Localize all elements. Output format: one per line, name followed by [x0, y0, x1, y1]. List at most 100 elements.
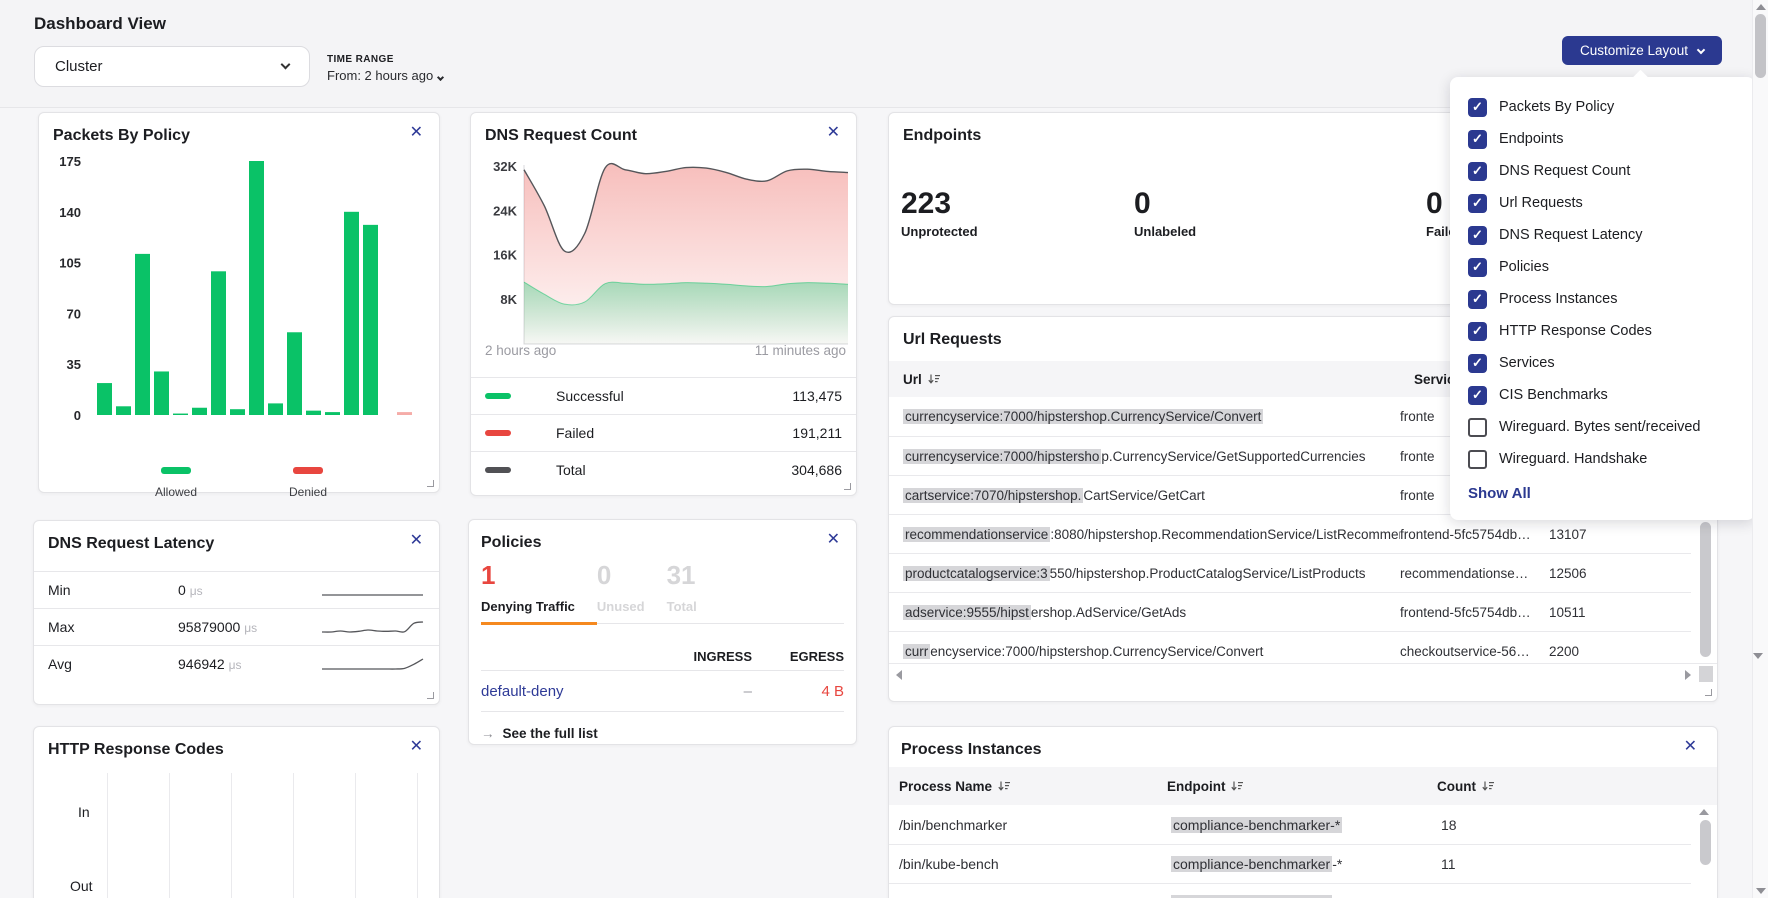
- scroll-right-icon[interactable]: [1685, 670, 1691, 680]
- sort-icon[interactable]: [928, 374, 940, 385]
- table-row[interactable]: adservice:9555/hipstershop.AdService/Get…: [889, 592, 1691, 631]
- menu-item[interactable]: ✓HTTP Response Codes: [1450, 315, 1755, 347]
- table-row[interactable]: /bin/benchmarkercompliance-benchmarker-*…: [889, 805, 1691, 844]
- close-icon[interactable]: ✕: [410, 125, 423, 141]
- policy-link[interactable]: default-deny: [481, 683, 660, 700]
- scroll-up-icon[interactable]: [1756, 4, 1766, 10]
- column-header-process-name[interactable]: Process Name: [899, 779, 1167, 794]
- checkbox-icon[interactable]: ✓: [1468, 226, 1487, 245]
- close-icon[interactable]: ✕: [827, 532, 840, 548]
- show-all-link[interactable]: Show All: [1468, 485, 1755, 502]
- cluster-selector-value: Cluster: [55, 58, 103, 75]
- page-title: Dashboard View: [34, 14, 166, 34]
- scroll-left-icon[interactable]: [896, 670, 902, 680]
- menu-item[interactable]: Wireguard. Bytes sent/received: [1450, 411, 1755, 443]
- checkbox-icon[interactable]: ✓: [1468, 354, 1487, 373]
- menu-item[interactable]: Wireguard. Handshake: [1450, 443, 1755, 475]
- svg-text:8K: 8K: [500, 292, 517, 307]
- menu-item[interactable]: ✓CIS Benchmarks: [1450, 379, 1755, 411]
- url-text: p.CurrencyService/GetSupportedCurrencies: [1101, 449, 1365, 464]
- menu-item[interactable]: ✓Policies: [1450, 251, 1755, 283]
- menu-item[interactable]: ✓Packets By Policy: [1450, 91, 1755, 123]
- close-icon[interactable]: ✕: [410, 533, 423, 549]
- stat-label: Unprotected: [901, 224, 978, 239]
- menu-item[interactable]: ✓DNS Request Count: [1450, 155, 1755, 187]
- url-text: encyservice:7000/hipstershop.CurrencySer…: [930, 644, 1263, 659]
- table-row[interactable]: productcatalogservice:3550/hipstershop.P…: [889, 553, 1691, 592]
- url-cell: currencyservice:7000/hipstershop.Currenc…: [903, 644, 1400, 659]
- scroll-down-icon[interactable]: [1756, 888, 1766, 894]
- time-range-value[interactable]: From: 2 hours ago: [327, 68, 443, 83]
- sort-icon[interactable]: [1482, 781, 1494, 792]
- sort-icon[interactable]: [998, 781, 1010, 792]
- page-scrollbar-thumb[interactable]: [1755, 14, 1766, 78]
- column-header-endpoint[interactable]: Endpoint: [1167, 779, 1437, 794]
- legend-label: Denied: [263, 485, 353, 499]
- policies-tab[interactable]: 1Denying Traffic: [481, 560, 597, 625]
- highlighted-text: compliance-benchmarker: [1171, 856, 1332, 872]
- sparkline: [320, 582, 425, 598]
- close-icon[interactable]: ✕: [1684, 739, 1697, 755]
- column-header-url[interactable]: Url: [903, 372, 1414, 387]
- card-policies: Policies ✕ 1Denying Traffic0Unused31Tota…: [468, 519, 857, 745]
- checkbox-icon[interactable]: ✓: [1468, 130, 1487, 149]
- url-cell: currencyservice:7000/hipstershop.Currenc…: [903, 449, 1400, 464]
- table-row[interactable]: benchmarkercompliance-benchmarker-*9: [889, 883, 1691, 898]
- sort-icon[interactable]: [1231, 781, 1243, 792]
- policies-tab[interactable]: 31Total: [667, 560, 719, 623]
- resize-handle[interactable]: [844, 483, 851, 490]
- card-title: Endpoints: [903, 127, 981, 145]
- url-cell: adservice:9555/hipstershop.AdService/Get…: [903, 605, 1400, 620]
- allowed-swatch: [161, 467, 191, 474]
- menu-item[interactable]: ✓Endpoints: [1450, 123, 1755, 155]
- see-full-list-link[interactable]: →See the full list: [481, 726, 598, 741]
- latency-value: 95879000 μs: [178, 619, 308, 635]
- scroll-up-icon[interactable]: [1699, 809, 1709, 815]
- horizontal-scrollbar[interactable]: [889, 663, 1717, 685]
- resize-handle[interactable]: [1705, 689, 1712, 696]
- arrow-right-icon: →: [481, 726, 495, 741]
- legend-value: 304,686: [791, 462, 842, 478]
- close-icon[interactable]: ✕: [827, 125, 840, 141]
- resize-handle[interactable]: [427, 480, 434, 487]
- checkbox-icon[interactable]: ✓: [1468, 386, 1487, 405]
- scroll-down-icon[interactable]: [1753, 653, 1763, 659]
- checkbox-icon[interactable]: ✓: [1468, 322, 1487, 341]
- highlighted-text: curr: [903, 644, 930, 659]
- highlighted-text: currencyservice:7000/hipstershop.Currenc…: [903, 409, 1263, 424]
- legend-value: 191,211: [792, 425, 842, 441]
- menu-item[interactable]: ✓DNS Request Latency: [1450, 219, 1755, 251]
- count-cell: 2200: [1549, 644, 1691, 659]
- menu-item[interactable]: ✓Services: [1450, 347, 1755, 379]
- highlighted-text: currencyservice:7000/hipstersho: [903, 449, 1101, 464]
- policies-tab[interactable]: 0Unused: [597, 560, 667, 623]
- legend-row: Successful113,475: [471, 377, 856, 414]
- card-process-instances: Process Instances ✕ Process Name Endpoin…: [888, 726, 1718, 898]
- customize-layout-button[interactable]: Customize Layout: [1562, 36, 1722, 65]
- service-cell: recommendationse…: [1400, 566, 1549, 581]
- cluster-selector[interactable]: Cluster: [34, 46, 310, 87]
- checkbox-icon[interactable]: ✓: [1468, 290, 1487, 309]
- menu-item[interactable]: ✓Url Requests: [1450, 187, 1755, 219]
- table-row[interactable]: /bin/kube-benchcompliance-benchmarker-*1…: [889, 844, 1691, 883]
- vertical-scrollbar-thumb[interactable]: [1700, 820, 1711, 865]
- latency-unit: μs: [244, 621, 257, 635]
- menu-item[interactable]: ✓Process Instances: [1450, 283, 1755, 315]
- legend-item-denied: Denied: [263, 461, 353, 499]
- highlighted-text: cartservice:7070/hipstershop.: [903, 488, 1083, 503]
- svg-text:140: 140: [59, 205, 81, 220]
- process-name-cell: /bin/benchmarker: [899, 817, 1171, 833]
- checkbox-icon[interactable]: ✓: [1468, 162, 1487, 181]
- checkbox-icon[interactable]: ✓: [1468, 98, 1487, 117]
- tab-count: 1: [481, 560, 575, 591]
- checkbox-icon[interactable]: ✓: [1468, 194, 1487, 213]
- resize-handle[interactable]: [427, 692, 434, 699]
- page-scrollbar[interactable]: [1752, 0, 1768, 898]
- checkbox-icon[interactable]: [1468, 450, 1487, 469]
- column-header-count[interactable]: Count: [1437, 779, 1717, 794]
- checkbox-icon[interactable]: [1468, 418, 1487, 437]
- dns-x-labels: 2 hours ago 11 minutes ago: [485, 343, 846, 358]
- vertical-scrollbar-thumb[interactable]: [1700, 522, 1711, 657]
- checkbox-icon[interactable]: ✓: [1468, 258, 1487, 277]
- legend-name: Failed: [556, 425, 594, 441]
